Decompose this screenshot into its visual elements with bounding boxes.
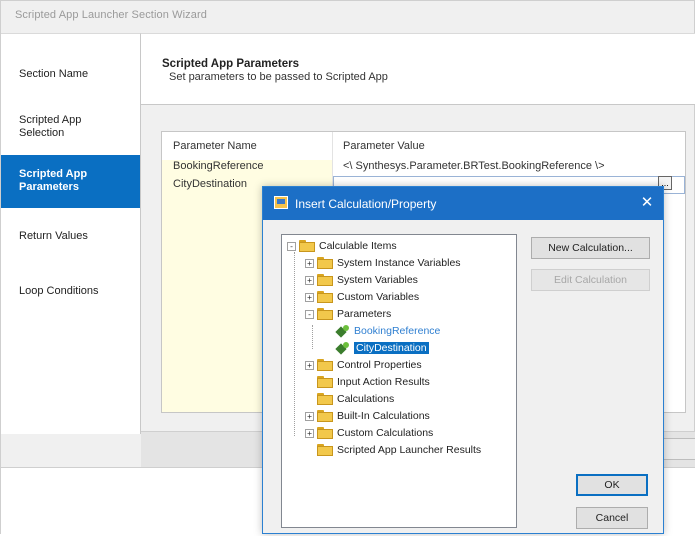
- nav-item-scripted-app-selection[interactable]: Scripted App Selection: [1, 114, 111, 140]
- tree-node-label: System Instance Variables: [337, 257, 461, 269]
- tree-connector: [294, 252, 295, 436]
- wizard-nav-button[interactable]: [661, 438, 695, 460]
- close-icon[interactable]: ✕: [637, 193, 657, 213]
- expand-icon[interactable]: +: [305, 258, 314, 268]
- dialog-titlebar: Insert Calculation/Property ✕: [263, 187, 663, 220]
- tree-node-system-instance-variables[interactable]: + System Instance Variables: [305, 255, 461, 271]
- tree-node-label: Built-In Calculations: [337, 410, 430, 422]
- folder-icon: [317, 393, 333, 405]
- tree-node-parameters[interactable]: - Parameters: [305, 306, 391, 322]
- tree-node-scripted-app-launcher-results[interactable]: Scripted App Launcher Results: [305, 442, 481, 458]
- tree-node-booking-reference[interactable]: BookingReference: [336, 323, 440, 339]
- step-subtitle: Set parameters to be passed to Scripted …: [169, 71, 388, 83]
- folder-icon: [317, 291, 333, 303]
- expand-icon[interactable]: +: [305, 275, 314, 285]
- step-title: Scripted App Parameters: [162, 58, 299, 70]
- nav-item-section-name[interactable]: Section Name: [1, 68, 140, 81]
- new-calculation-button[interactable]: New Calculation...: [531, 237, 650, 259]
- folder-icon: [317, 274, 333, 286]
- collapse-icon[interactable]: -: [287, 241, 296, 251]
- ok-button[interactable]: OK: [576, 474, 648, 496]
- folder-icon: [317, 376, 333, 388]
- tree-node-label: Calculable Items: [319, 240, 397, 252]
- tree-node-label: BookingReference: [354, 325, 441, 337]
- parameter-value-cell[interactable]: <\ Synthesys.Parameter.BRTest.BookingRef…: [343, 160, 605, 172]
- tree-node-city-destination[interactable]: CityDestination: [336, 340, 429, 356]
- tree-node-label: Scripted App Launcher Results: [337, 444, 482, 456]
- edit-calculation-button[interactable]: Edit Calculation: [531, 269, 650, 291]
- expand-icon[interactable]: +: [305, 292, 314, 302]
- tree-node-root[interactable]: - Calculable Items: [287, 238, 397, 254]
- folder-icon: [317, 427, 333, 439]
- tree-node-label: Calculations: [337, 393, 395, 405]
- tree-node-custom-calculations[interactable]: + Custom Calculations: [305, 425, 433, 441]
- tree-node-control-properties[interactable]: + Control Properties: [305, 357, 422, 373]
- column-header-parameter-value: Parameter Value: [343, 140, 425, 152]
- folder-icon: [317, 444, 333, 456]
- column-header-parameter-name: Parameter Name: [173, 140, 257, 152]
- step-header: Scripted App Parameters Set parameters t…: [141, 33, 695, 105]
- tree-node-label: CityDestination: [354, 342, 429, 354]
- tree-node-input-action-results[interactable]: Input Action Results: [305, 374, 430, 390]
- expand-icon[interactable]: +: [305, 428, 314, 438]
- folder-icon: [317, 359, 333, 371]
- wizard-step-nav: Section Name Scripted App Selection Scri…: [1, 33, 141, 434]
- parameter-name-cell[interactable]: CityDestination: [173, 178, 247, 190]
- tree-node-custom-variables[interactable]: + Custom Variables: [305, 289, 419, 305]
- tree-node-label: Parameters: [337, 308, 392, 320]
- expand-icon[interactable]: +: [305, 360, 314, 370]
- tree-node-built-in-calculations[interactable]: + Built-In Calculations: [305, 408, 430, 424]
- window-title: Scripted App Launcher Section Wizard: [15, 9, 207, 21]
- dialog-app-icon: [274, 196, 288, 209]
- calculable-items-tree[interactable]: - Calculable Items + System Instance Var…: [281, 234, 517, 528]
- tree-node-label: Control Properties: [337, 359, 422, 371]
- tree-node-label: System Variables: [337, 274, 418, 286]
- tree-connector: [312, 325, 313, 349]
- expand-icon[interactable]: +: [305, 411, 314, 421]
- nav-item-scripted-app-parameters[interactable]: Scripted App Parameters: [1, 155, 140, 208]
- tree-node-label: Custom Calculations: [337, 427, 434, 439]
- parameter-name-cell[interactable]: BookingReference: [173, 160, 264, 172]
- tree-node-label: Input Action Results: [337, 376, 430, 388]
- folder-icon: [317, 308, 333, 320]
- tree-node-label: Custom Variables: [337, 291, 420, 303]
- folder-icon: [317, 410, 333, 422]
- tree-node-system-variables[interactable]: + System Variables: [305, 272, 418, 288]
- tree-node-calculations[interactable]: Calculations: [305, 391, 394, 407]
- property-icon: [336, 324, 350, 338]
- cancel-button[interactable]: Cancel: [576, 507, 648, 529]
- insert-calculation-dialog: Insert Calculation/Property ✕ - Calculab…: [262, 186, 664, 534]
- folder-icon: [317, 257, 333, 269]
- folder-icon: [299, 240, 315, 252]
- nav-item-loop-conditions[interactable]: Loop Conditions: [1, 285, 140, 298]
- collapse-icon[interactable]: -: [305, 309, 314, 319]
- property-icon: [336, 341, 350, 355]
- nav-item-return-values[interactable]: Return Values: [1, 230, 140, 243]
- dialog-title: Insert Calculation/Property: [295, 197, 437, 211]
